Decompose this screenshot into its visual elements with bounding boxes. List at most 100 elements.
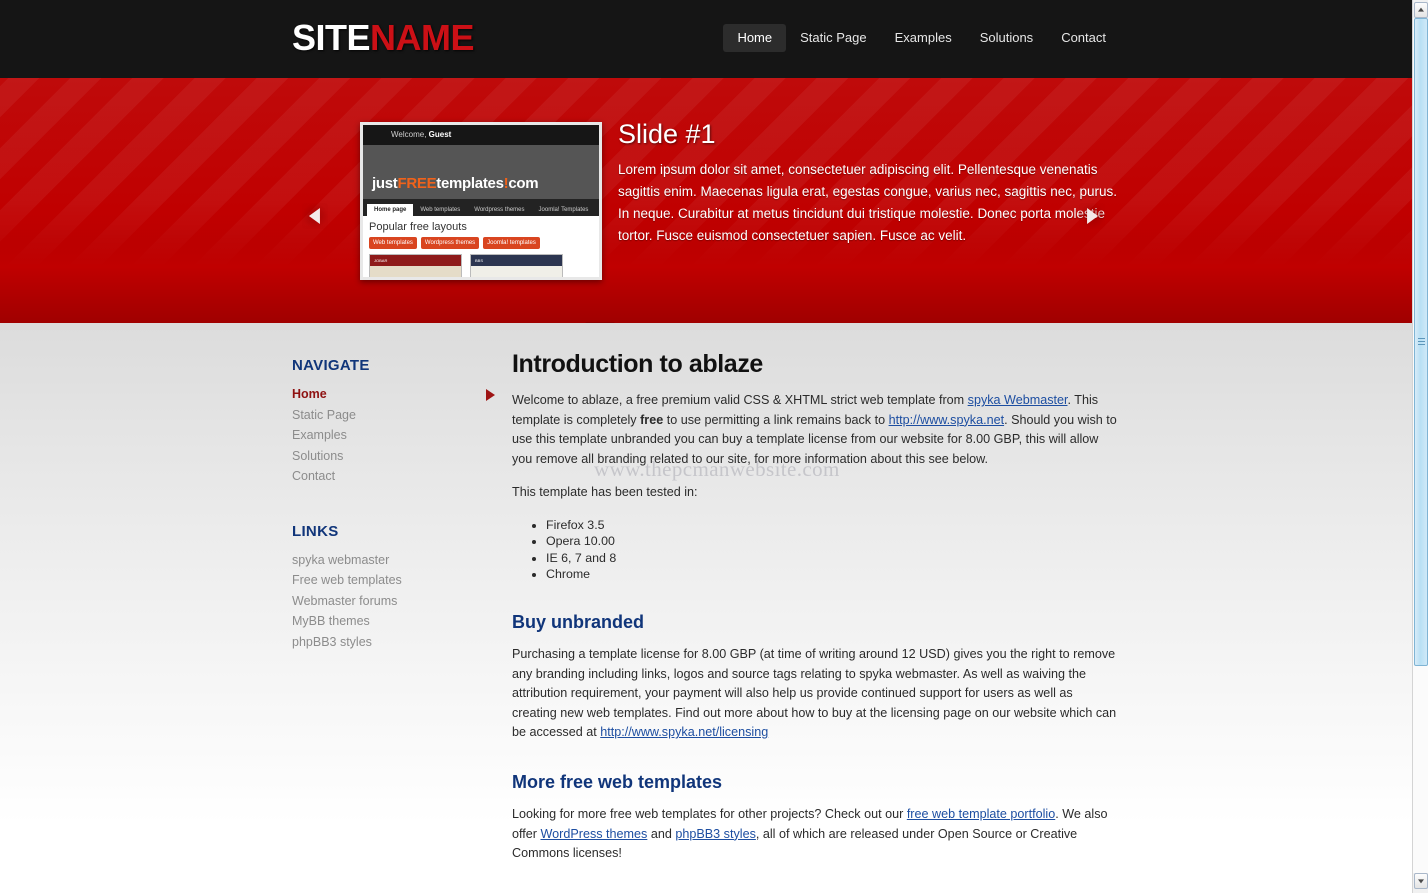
thumb-tabs: Home page Web templates Wordpress themes… — [363, 199, 599, 216]
sidebar-item-webmaster-forums[interactable]: Webmaster forums — [292, 591, 500, 612]
link-spyka-net[interactable]: http://www.spyka.net — [889, 413, 1005, 427]
intro-text-a: Welcome to ablaze, a free premium valid … — [512, 393, 968, 407]
thumb-tab-web-templates: Web templates — [420, 207, 461, 213]
thumb-card-two-body — [471, 266, 562, 277]
content-inner: NAVIGATE Home Static Page Examples Solut… — [292, 323, 1120, 893]
thumb-welcome-bar: Welcome, Guest — [363, 125, 599, 145]
slide-thumbnail-image[interactable]: Welcome, Guest justFREEtemplates!com Hom… — [360, 122, 602, 280]
thumb-card-two-caption: BBS — [471, 255, 562, 266]
slide-body: Lorem ipsum dolor sit amet, consectetuer… — [618, 162, 1118, 243]
thumb-cards: JOBAR BBS — [369, 254, 593, 277]
list-item-chrome: Chrome — [546, 566, 1120, 583]
section-heading-buy-unbranded: Buy unbranded — [512, 611, 645, 632]
thumb-buttons: Web templates Wordpress themes Joomla! t… — [369, 237, 593, 249]
sidebar-link-mybb-themes[interactable]: MyBB themes — [292, 611, 500, 632]
sidebar-item-spyka-webmaster[interactable]: spyka webmaster — [292, 550, 500, 571]
chevron-up-icon — [1418, 7, 1424, 12]
scrollbar-grip-icon — [1418, 338, 1425, 346]
thumb-brand-e: com — [508, 175, 539, 192]
link-phpbb3-styles[interactable]: phpBB3 styles — [675, 827, 756, 841]
web-page: SITENAME Home Static Page Examples Solut… — [0, 0, 1412, 893]
logo-site-text: SITE — [292, 17, 371, 58]
sidebar-navigate-list: Home Static Page Examples Solutions Cont… — [292, 384, 500, 487]
thumb-body: Popular free layouts Web templates Wordp… — [363, 216, 599, 277]
thumb-brand-b: FREE — [397, 175, 437, 192]
scrollbar-down-button[interactable] — [1414, 873, 1428, 889]
thumb-button-web-templates: Web templates — [369, 237, 417, 249]
sidebar-navigate-heading: NAVIGATE — [292, 357, 370, 374]
thumb-button-wordpress-themes: Wordpress themes — [420, 237, 480, 249]
content-area: NAVIGATE Home Static Page Examples Solut… — [0, 323, 1412, 893]
more-templates-paragraph: Looking for more free web templates for … — [512, 805, 1120, 864]
nav-item-static-page[interactable]: Static Page — [786, 24, 881, 52]
sidebar-item-free-web-templates[interactable]: Free web templates — [292, 570, 500, 591]
thumb-grey-band — [363, 145, 599, 171]
thumb-welcome-text: Welcome, — [391, 130, 427, 139]
thumb-card-two: BBS — [470, 254, 563, 277]
sidebar-item-phpbb3-styles[interactable]: phpBB3 styles — [292, 632, 500, 653]
intro-text-c: to use permitting a link remains back to — [663, 412, 889, 427]
link-wordpress-themes[interactable]: WordPress themes — [540, 827, 647, 841]
tested-label: This template has been tested in: — [512, 485, 698, 500]
sidebar-item-contact[interactable]: Contact — [292, 466, 500, 487]
banner-notch-triangle-icon — [585, 322, 615, 323]
sidebar-link-static-page[interactable]: Static Page — [292, 405, 500, 426]
header-inner: SITENAME Home Static Page Examples Solut… — [292, 0, 1120, 78]
intro-bold-free: free — [640, 412, 664, 427]
slide-text-block: Slide #1 Lorem ipsum dolor sit amet, con… — [618, 118, 1118, 247]
sidebar-link-solutions[interactable]: Solutions — [292, 446, 500, 467]
thumb-tab-joomla: Joomla! Templates — [538, 207, 589, 213]
sidebar-link-contact[interactable]: Contact — [292, 466, 500, 487]
sidebar-item-examples[interactable]: Examples — [292, 425, 500, 446]
next-triangle-icon — [1087, 208, 1099, 224]
slider-next-arrow-icon[interactable] — [1079, 203, 1105, 229]
sidebar-item-static-page[interactable]: Static Page — [292, 405, 500, 426]
tested-browser-list: Firefox 3.5 Opera 10.00 IE 6, 7 and 8 Ch… — [512, 517, 1120, 583]
scrollbar-thumb[interactable] — [1414, 18, 1428, 666]
sidebar-item-mybb-themes[interactable]: MyBB themes — [292, 611, 500, 632]
nav-item-home[interactable]: Home — [723, 24, 787, 52]
chevron-down-icon — [1418, 879, 1424, 884]
thumb-tab-wordpress: Wordpress themes — [474, 207, 525, 213]
more-templates-text-c: and — [647, 826, 676, 841]
nav-item-examples[interactable]: Examples — [881, 24, 966, 52]
list-item-opera: Opera 10.00 — [546, 533, 1120, 550]
slider-prev-arrow-icon[interactable] — [302, 203, 328, 229]
prev-triangle-icon — [308, 208, 320, 224]
nav-item-contact[interactable]: Contact — [1047, 24, 1120, 52]
hero-slider: Welcome, Guest justFREEtemplates!com Hom… — [0, 78, 1412, 323]
thumb-card-one-caption: JOBAR — [370, 255, 461, 266]
sidebar-link-home[interactable]: Home — [292, 384, 500, 405]
thumb-card-one-body — [370, 266, 461, 277]
scrollbar-track[interactable] — [1413, 18, 1428, 873]
sidebar: NAVIGATE Home Static Page Examples Solut… — [292, 349, 500, 893]
site-logo[interactable]: SITENAME — [292, 16, 475, 60]
list-item-ie: IE 6, 7 and 8 — [546, 550, 1120, 567]
sidebar-link-examples[interactable]: Examples — [292, 425, 500, 446]
sidebar-link-webmaster-forums[interactable]: Webmaster forums — [292, 591, 500, 612]
nav-item-solutions[interactable]: Solutions — [966, 24, 1047, 52]
sidebar-item-home[interactable]: Home — [292, 384, 500, 405]
link-spyka-licensing[interactable]: http://www.spyka.net/licensing — [600, 725, 768, 739]
thumb-button-joomla-templates: Joomla! templates — [483, 237, 540, 249]
scrollbar-up-button[interactable] — [1414, 2, 1428, 18]
sidebar-link-free-web-templates[interactable]: Free web templates — [292, 570, 500, 591]
link-spyka-webmaster[interactable]: spyka Webmaster — [968, 393, 1068, 407]
section-heading-more-templates: More free web templates — [512, 771, 723, 792]
sidebar-link-phpbb3-styles[interactable]: phpBB3 styles — [292, 632, 500, 653]
browser-viewport: SITENAME Home Static Page Examples Solut… — [0, 0, 1428, 893]
more-templates-text-a: Looking for more free web templates for … — [512, 806, 907, 821]
link-free-web-template-portfolio[interactable]: free web template portfolio — [907, 807, 1055, 821]
thumb-brand: justFREEtemplates!com — [363, 171, 599, 199]
active-arrow-icon — [486, 389, 495, 401]
thumb-tab-premium: Premiu — [595, 204, 599, 216]
thumb-card-one: JOBAR — [369, 254, 462, 277]
site-header: SITENAME Home Static Page Examples Solut… — [0, 0, 1412, 78]
slide-title: Slide #1 — [618, 119, 716, 149]
sidebar-links-list: spyka webmaster Free web templates Webma… — [292, 550, 500, 653]
slider-inner: Welcome, Guest justFREEtemplates!com Hom… — [292, 78, 1120, 323]
sidebar-item-solutions[interactable]: Solutions — [292, 446, 500, 467]
vertical-scrollbar[interactable] — [1412, 0, 1428, 893]
buy-unbranded-paragraph: Purchasing a template license for 8.00 G… — [512, 645, 1120, 743]
sidebar-link-spyka-webmaster[interactable]: spyka webmaster — [292, 550, 500, 571]
